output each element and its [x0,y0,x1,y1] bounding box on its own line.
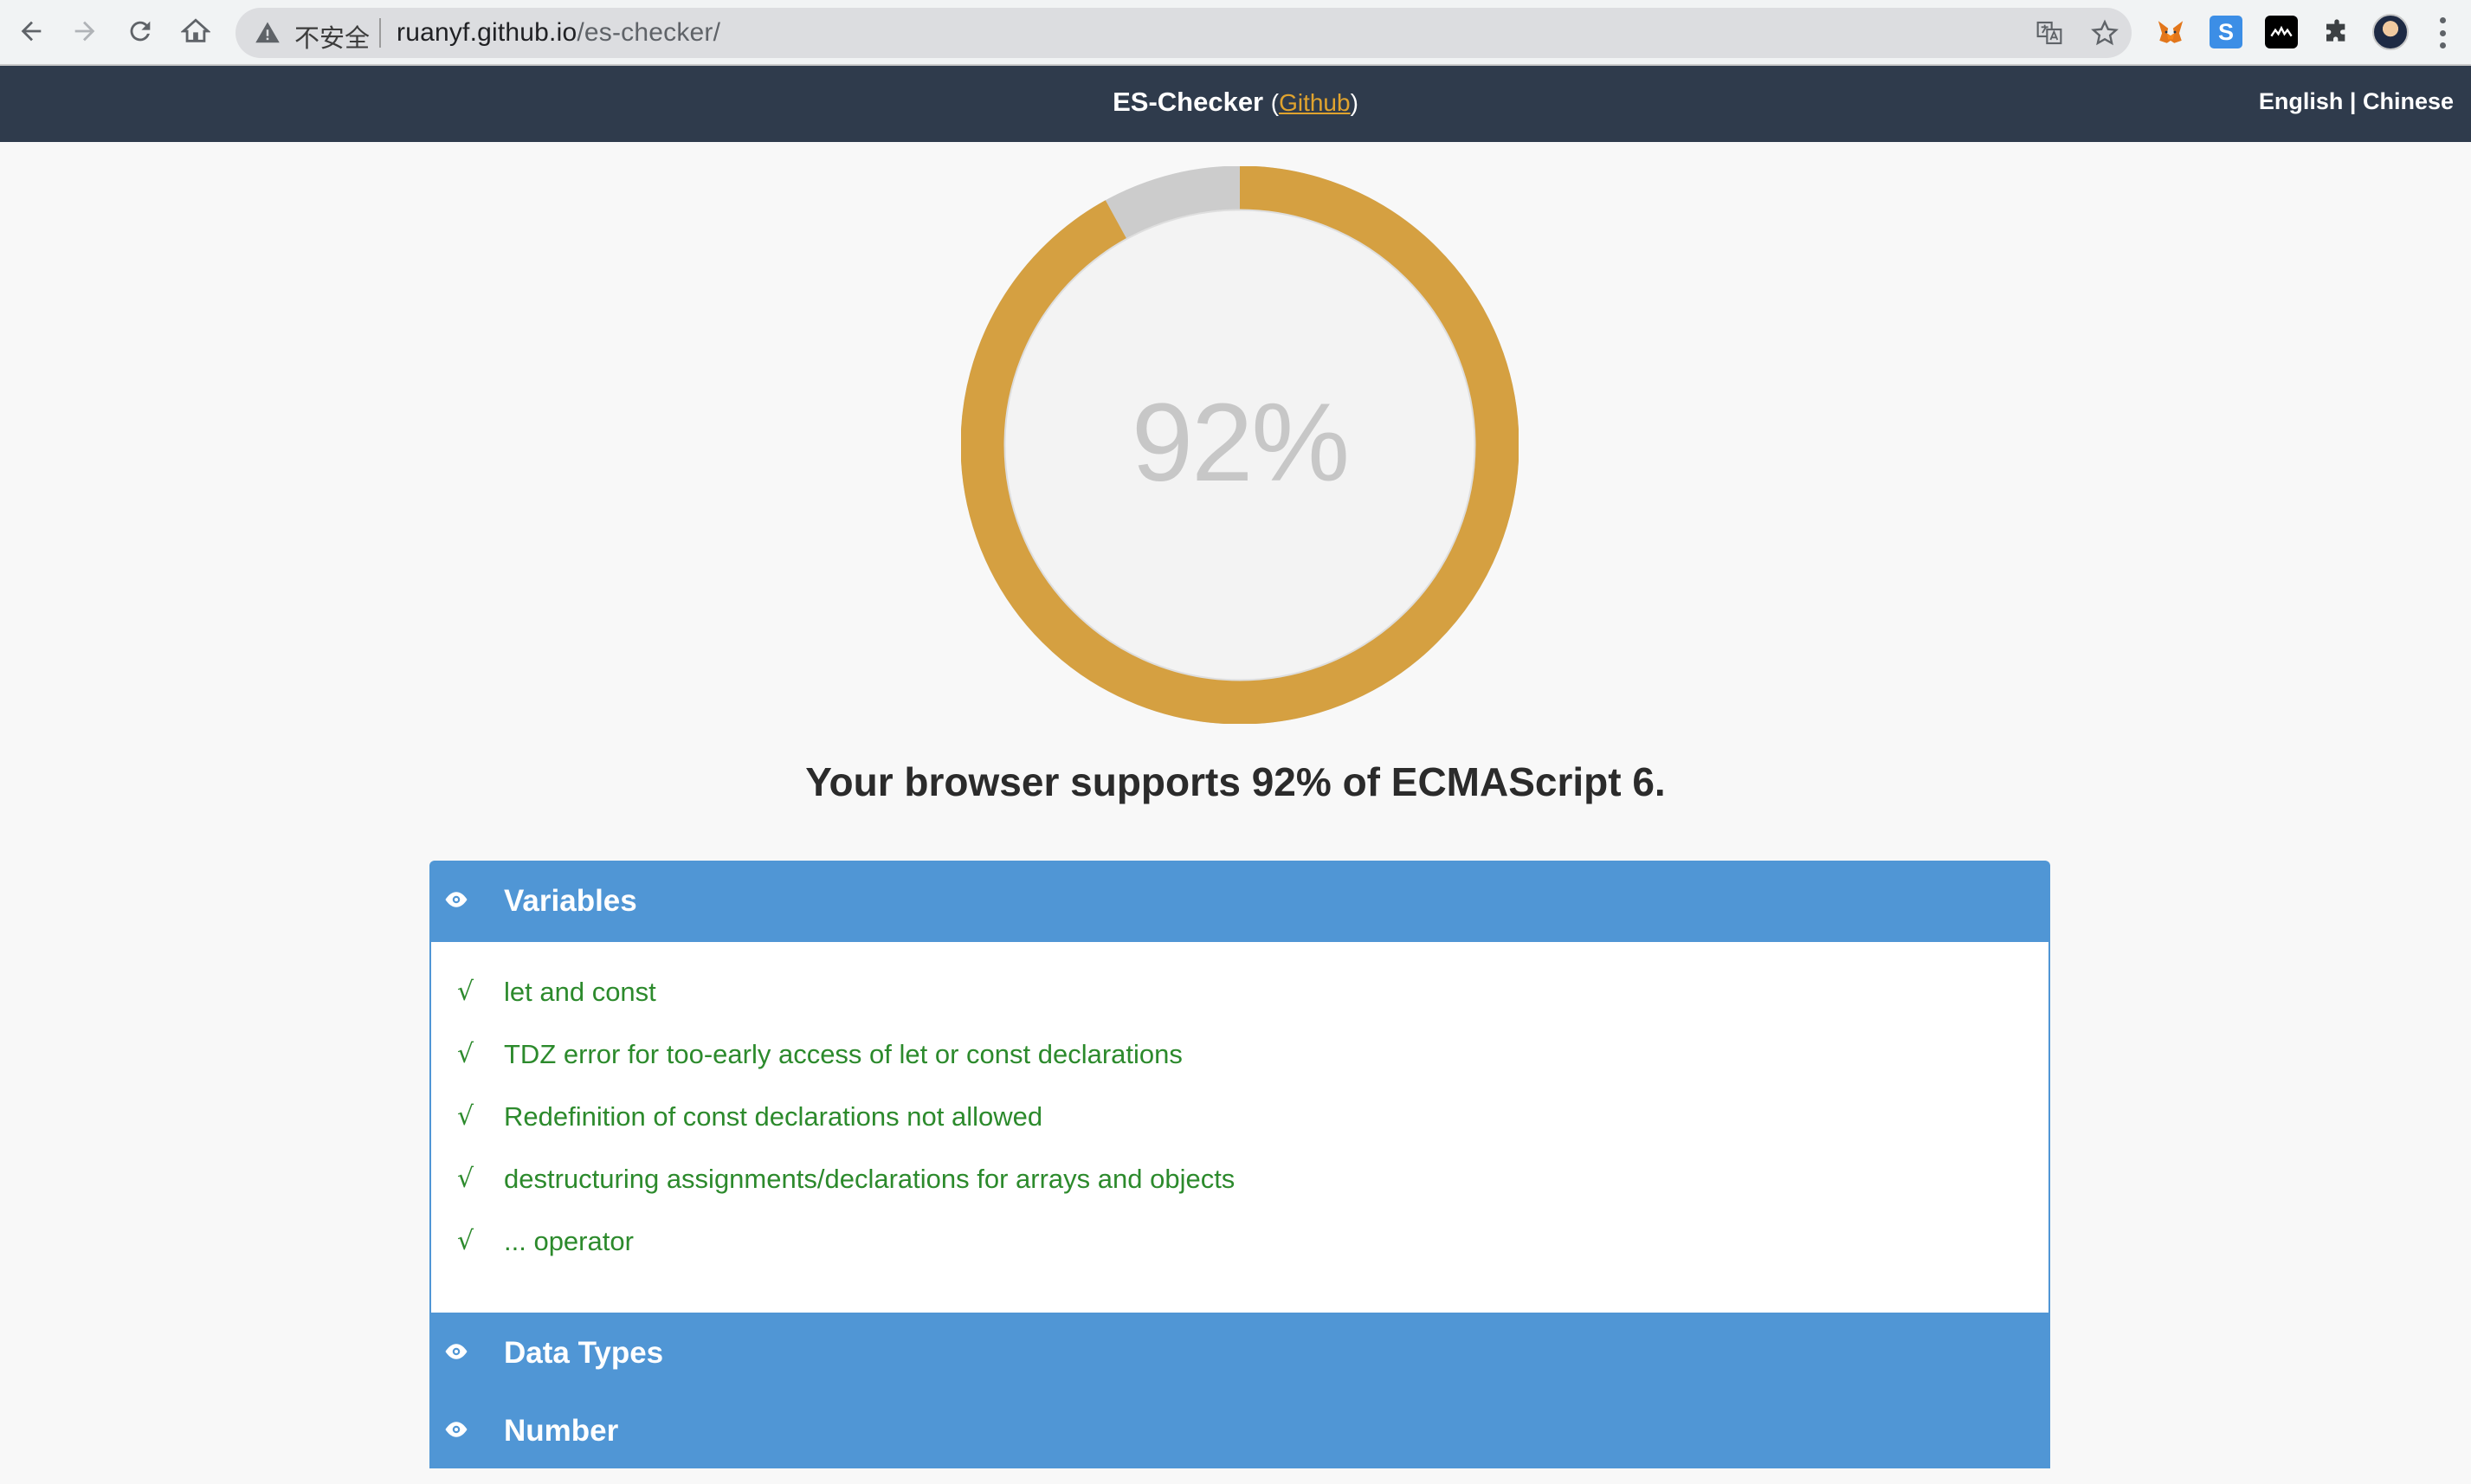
metamask-extension-button[interactable] [2154,16,2187,48]
section-body-variables: √ let and const √ TDZ error for too-early … [429,942,2050,1313]
feature-label: TDZ error for too-early access of let or… [504,1039,1183,1069]
support-percent: 92% [1131,381,1350,505]
s-letter-icon: S [2217,18,2234,45]
wave-extension-button[interactable] [2265,16,2298,48]
check-icon: √ [457,977,474,1007]
feature-label: ... operator [504,1226,634,1256]
eye-icon [445,1422,468,1437]
arrow-left-icon [21,21,42,42]
section-header-number[interactable]: Number [429,1390,2050,1468]
bookmark-star-button[interactable] [2090,18,2119,48]
url-text[interactable]: ruanyf.github.io/es-checker/ [397,18,720,48]
language-switcher: English | Chinese [2259,88,2454,115]
fox-icon [2158,21,2184,43]
check-icon: √ [457,1101,474,1132]
feature-item: √ TDZ error for too-early access of let o… [431,1039,2048,1101]
wave-icon [2270,25,2293,37]
section-label: Variables [504,884,637,918]
forward-button[interactable] [66,12,104,50]
home-button[interactable] [177,12,215,50]
lang-separator: | [2343,88,2363,114]
dot-icon [2439,29,2446,36]
site-header: ES-Checker (Github) English | Chinese [0,66,2471,142]
eye-icon [445,892,468,907]
paren-open: ( [1270,89,1280,116]
translate-icon [2036,21,2062,45]
s-extension-button[interactable]: S [2210,16,2242,48]
feature-label: destructuring assignments/declarations f… [504,1164,1236,1194]
warning-icon[interactable] [255,20,281,46]
extensions-button[interactable] [2320,16,2353,48]
feature-item: √ Redefinition of const declarations not … [431,1101,2048,1164]
feature-item: √ let and const [431,977,2048,1039]
security-label[interactable]: 不安全 [294,18,370,55]
section-label: Number [504,1414,619,1448]
url-path: /es-checker/ [577,18,721,47]
address-bar[interactable]: 不安全 ruanyf.github.io/es-checker/ [235,8,2132,58]
url-host: ruanyf.github.io [397,18,577,47]
feature-item: √ ... operator [431,1226,2048,1288]
translate-button[interactable] [2035,18,2064,48]
support-headline: Your browser supports 92% of ECMAScript … [805,759,1666,804]
puzzle-icon [2326,19,2345,42]
site-title: ES-Checker (Github) [0,87,2471,118]
profile-avatar[interactable] [2372,14,2409,50]
section-header-variables[interactable]: Variables [429,861,2050,942]
github-link[interactable]: Github [1279,89,1351,116]
section-header-data-types[interactable]: Data Types [429,1313,2050,1390]
reload-button[interactable] [121,12,159,50]
back-button[interactable] [12,12,50,50]
site-title-text: ES-Checker [1113,87,1264,117]
check-icon: √ [457,1039,474,1069]
dot-icon [2439,17,2446,23]
browser-toolbar: 不安全 ruanyf.github.io/es-checker/ S [0,0,2471,66]
home-icon [181,18,210,42]
feature-panel: Variables √ let and const √ TDZ error for … [429,861,2050,1484]
feature-label: Redefinition of const declarations not a… [504,1101,1043,1132]
eye-icon [445,1344,468,1359]
feature-item: √ destructuring assignments/declarations … [431,1164,2048,1226]
reload-icon [130,21,151,42]
paren-close: ) [1350,89,1358,116]
check-icon: √ [457,1226,474,1256]
section-label: Data Types [504,1336,664,1370]
feature-label: let and const [504,977,656,1007]
browser-menu-button[interactable] [2438,17,2447,48]
lang-english-link[interactable]: English [2259,88,2344,114]
arrow-right-icon [74,21,95,42]
divider [379,18,381,48]
dot-icon [2439,42,2446,48]
lang-chinese-link[interactable]: Chinese [2363,88,2454,114]
check-icon: √ [457,1164,474,1194]
star-icon [2091,19,2119,46]
